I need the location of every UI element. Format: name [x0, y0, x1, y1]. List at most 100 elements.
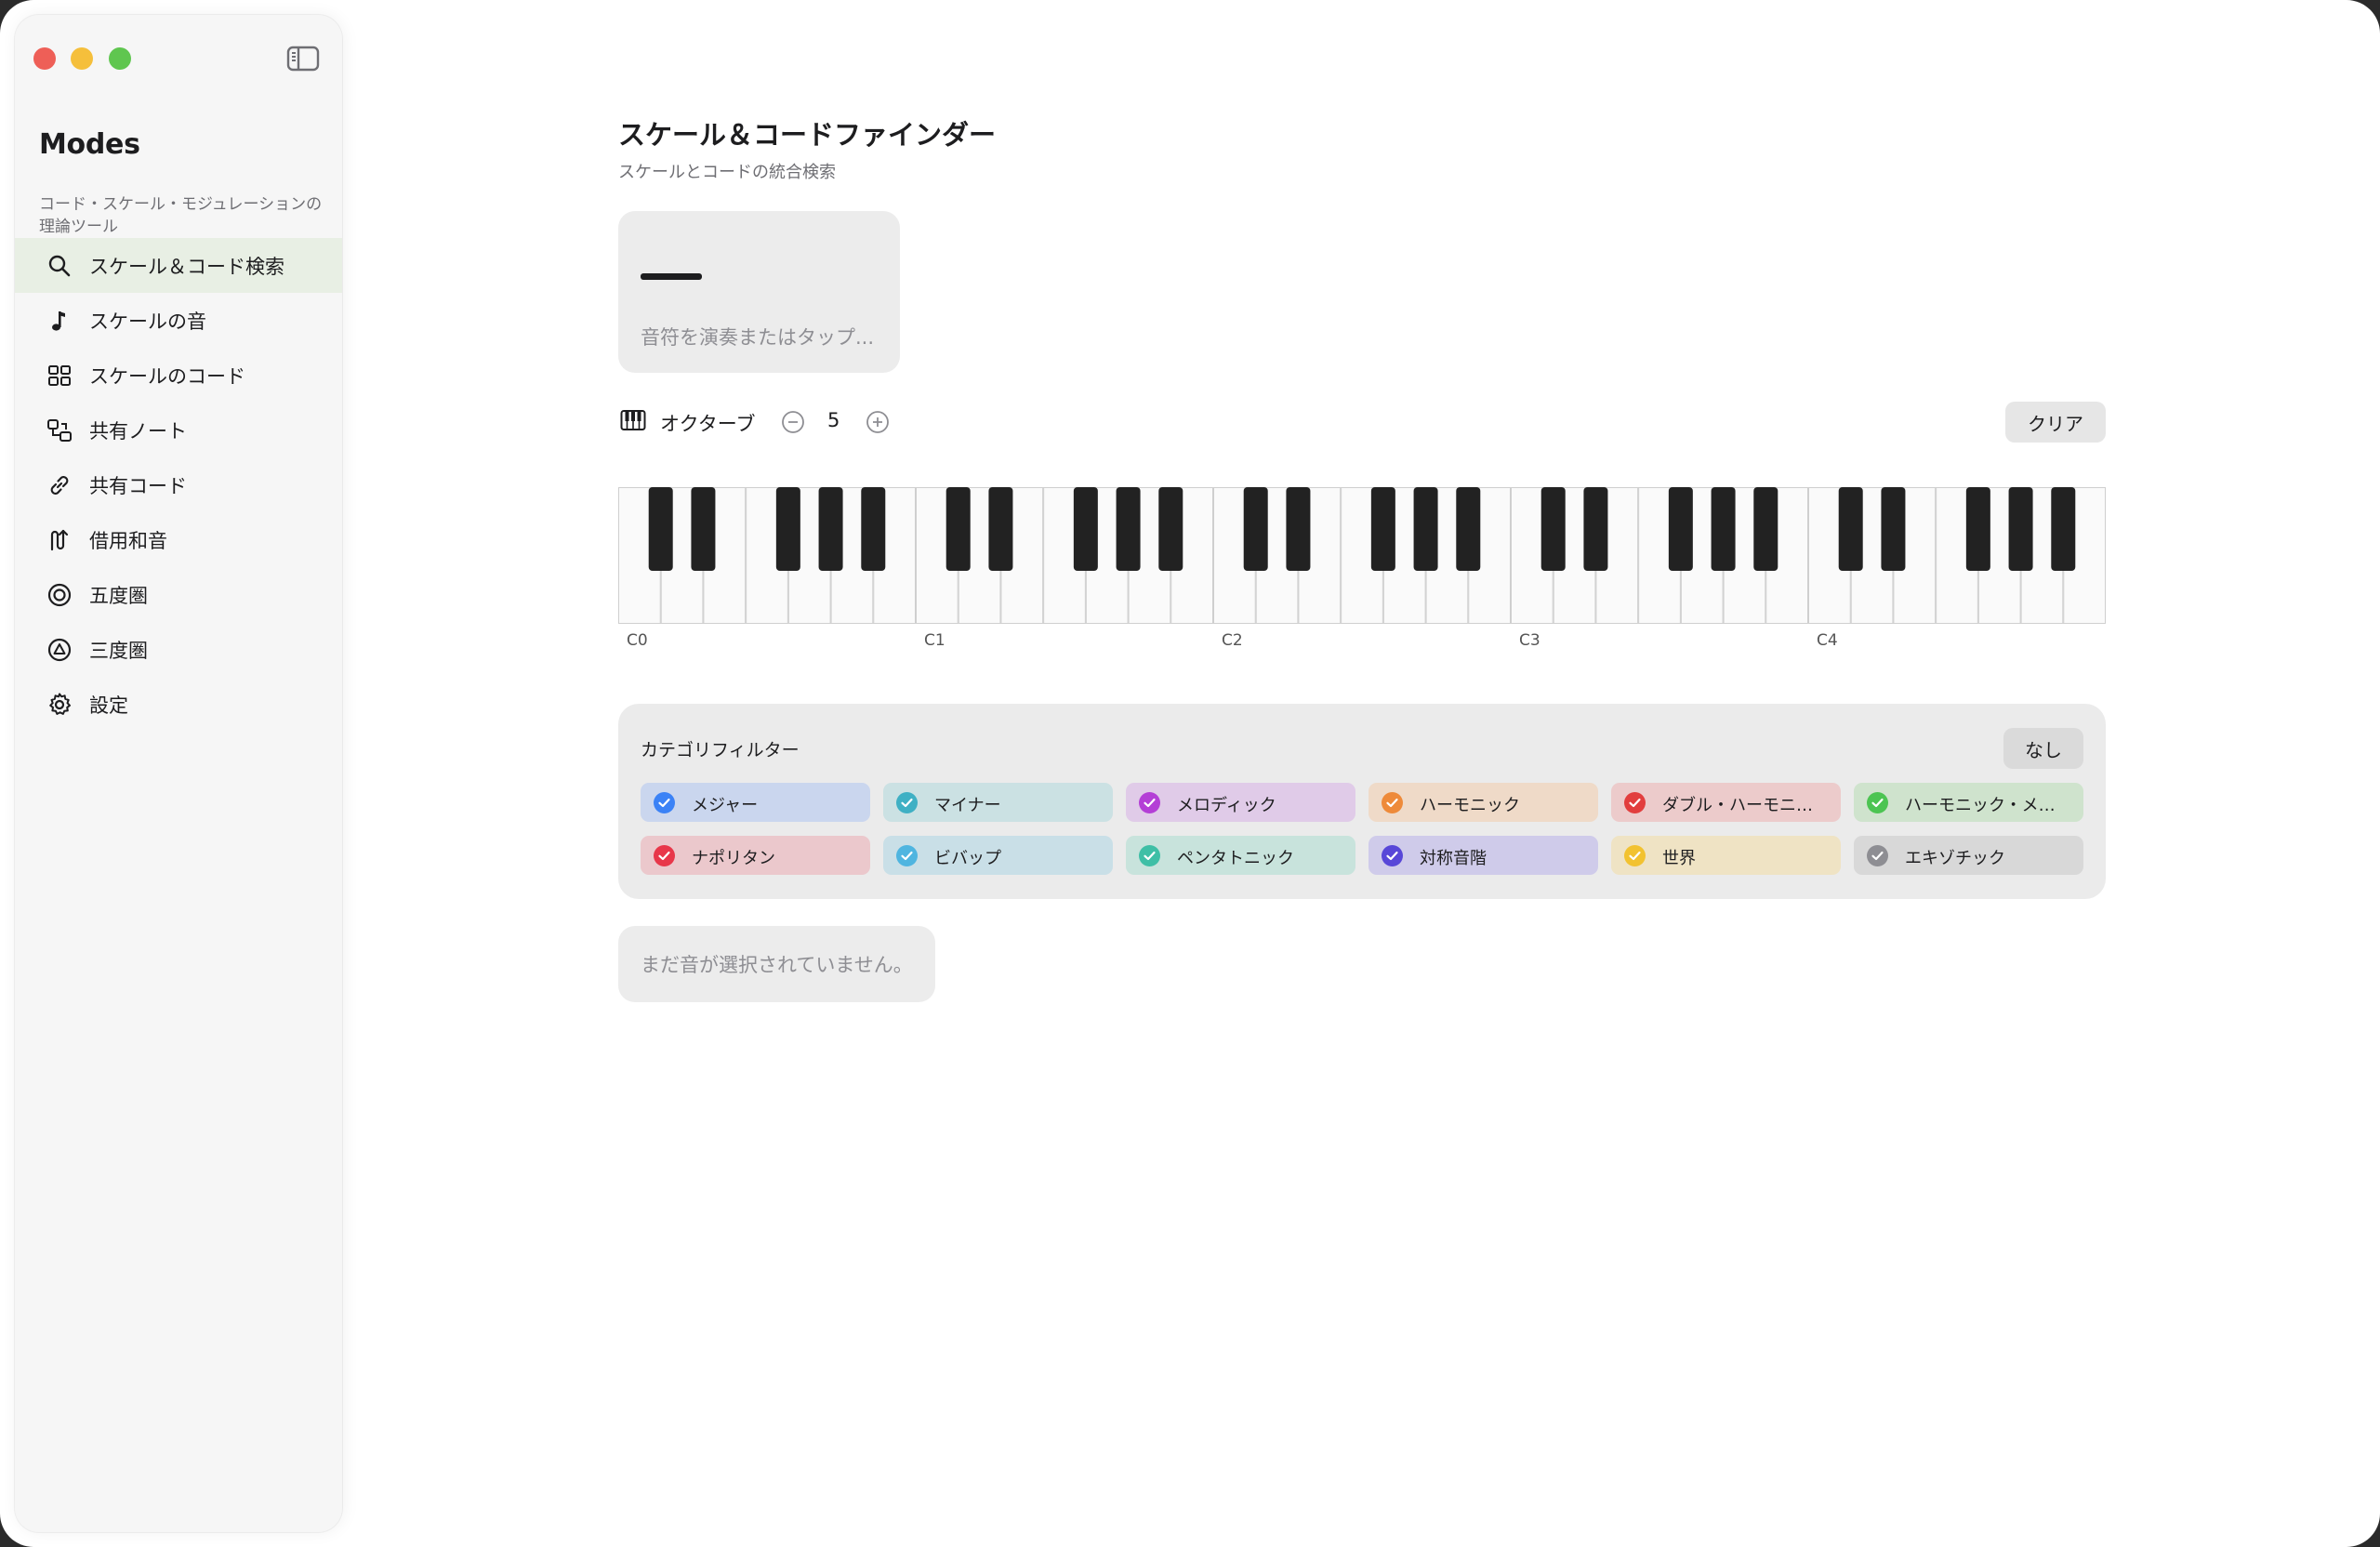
borrowed-chord-icon	[50, 529, 69, 551]
checkmark-icon	[896, 845, 918, 866]
black-key[interactable]	[1838, 487, 1863, 571]
checkmark-icon	[654, 792, 675, 813]
black-key[interactable]	[1668, 487, 1693, 571]
app-window: Modes コード・スケール・モジュレーションの理論ツール スケール＆コード検索…	[0, 0, 2380, 1547]
category-chip-label: メロディック	[1177, 796, 1276, 815]
black-key[interactable]	[988, 487, 1013, 571]
category-chip[interactable]: メジャー	[641, 783, 870, 822]
octave-decrement-button[interactable]	[781, 410, 805, 434]
category-chip[interactable]: ナポリタン	[641, 836, 870, 875]
sidebar-item-settings[interactable]: 設定	[15, 677, 342, 732]
black-key[interactable]	[818, 487, 843, 571]
piano-octave-label: C2	[1222, 631, 1243, 650]
app-name: Modes	[39, 128, 140, 161]
note-display[interactable]: 音符を演奏またはタップ...	[618, 211, 900, 373]
octave-control: オクターブ 5 クリア	[618, 400, 2106, 444]
sidebar-item-shared-chords[interactable]: 共有コード	[15, 457, 342, 512]
black-key[interactable]	[1881, 487, 1906, 571]
piano-keyboard[interactable]	[618, 487, 2106, 624]
category-chip-label: メジャー	[692, 796, 759, 815]
sidebar-item-label: 共有コード	[89, 474, 187, 497]
note-display-placeholder: 音符を演奏またはタップ...	[641, 326, 875, 349]
black-key[interactable]	[1243, 487, 1268, 571]
clear-button[interactable]: クリア	[2005, 402, 2106, 443]
black-key[interactable]	[945, 487, 971, 571]
black-key[interactable]	[1456, 487, 1481, 571]
checkmark-icon	[1382, 792, 1403, 813]
black-key[interactable]	[1583, 487, 1608, 571]
black-key[interactable]	[1540, 487, 1566, 571]
checkmark-icon	[1139, 845, 1160, 866]
black-key[interactable]	[691, 487, 716, 571]
category-chip[interactable]: ペンタトニック	[1126, 836, 1355, 875]
sidebar-nav: スケール＆コード検索 スケールの音 スケールのコード 共有ノート 共有コード 借…	[15, 238, 342, 732]
black-key[interactable]	[2051, 487, 2076, 571]
category-chip[interactable]: ダブル・ハーモニ…	[1611, 783, 1841, 822]
app-subtitle: コード・スケール・モジュレーションの理論ツール	[39, 195, 323, 236]
category-chip[interactable]: 世界	[1611, 836, 1841, 875]
category-chip-label: 対称音階	[1420, 849, 1487, 868]
category-chip[interactable]: メロディック	[1126, 783, 1355, 822]
black-key[interactable]	[1965, 487, 1990, 571]
link-icon	[50, 476, 69, 495]
minimize-window-button[interactable]	[71, 47, 93, 70]
black-key[interactable]	[1413, 487, 1438, 571]
sidebar-toggle-icon[interactable]	[286, 45, 320, 73]
sidebar-item-label: 借用和音	[89, 529, 167, 552]
category-chip[interactable]: エキゾチック	[1854, 836, 2083, 875]
category-chip[interactable]: マイナー	[883, 783, 1113, 822]
checkmark-icon	[1624, 845, 1646, 866]
checkmark-icon	[1867, 792, 1888, 813]
search-icon	[48, 255, 71, 277]
category-chip[interactable]: 対称音階	[1368, 836, 1598, 875]
sidebar-item-circle-of-thirds[interactable]: 三度圏	[15, 622, 342, 677]
octave-increment-button[interactable]	[866, 410, 890, 434]
piano-keyboard-icon	[620, 410, 646, 430]
black-key[interactable]	[1753, 487, 1778, 571]
black-key[interactable]	[1073, 487, 1098, 571]
black-key[interactable]	[1711, 487, 1736, 571]
black-key[interactable]	[1286, 487, 1311, 571]
category-filter-title: カテゴリフィルター	[641, 740, 800, 760]
music-note-icon	[52, 311, 65, 331]
black-key[interactable]	[1370, 487, 1395, 571]
black-key[interactable]	[1116, 487, 1141, 571]
circle-of-thirds-icon	[47, 638, 72, 662]
category-chip[interactable]: ハーモニック	[1368, 783, 1598, 822]
sidebar-item-shared-notes[interactable]: 共有ノート	[15, 403, 342, 457]
category-chip-label: ハーモニック・メ…	[1905, 796, 2056, 815]
sidebar-item-scale-chord-search[interactable]: スケール＆コード検索	[15, 238, 342, 293]
sidebar: Modes コード・スケール・モジュレーションの理論ツール スケール＆コード検索…	[15, 15, 342, 1532]
category-chip-label: 世界	[1662, 849, 1696, 868]
category-chip[interactable]: ハーモニック・メ…	[1854, 783, 2083, 822]
black-key[interactable]	[2008, 487, 2033, 571]
circle-of-fifths-icon	[47, 583, 72, 607]
sidebar-item-borrowed-chords[interactable]: 借用和音	[15, 512, 342, 567]
checkmark-icon	[1382, 845, 1403, 866]
sidebar-item-scale-chords[interactable]: スケールのコード	[15, 348, 342, 403]
checkmark-icon	[1624, 792, 1646, 813]
checkmark-icon	[1139, 792, 1160, 813]
sidebar-item-label: スケール＆コード検索	[89, 255, 284, 278]
sidebar-item-label: スケールの音	[89, 310, 206, 333]
black-key[interactable]	[775, 487, 800, 571]
note-placeholder-dash	[641, 273, 702, 280]
category-chip-label: ペンタトニック	[1177, 849, 1294, 868]
sidebar-item-circle-of-fifths[interactable]: 五度圏	[15, 567, 342, 622]
page-subtitle: スケールとコードの統合検索	[618, 163, 836, 182]
black-key[interactable]	[648, 487, 673, 571]
category-chip-label: ナポリタン	[692, 849, 775, 868]
black-key[interactable]	[861, 487, 886, 571]
close-window-button[interactable]	[33, 47, 56, 70]
zoom-window-button[interactable]	[109, 47, 131, 70]
sidebar-item-scale-notes[interactable]: スケールの音	[15, 293, 342, 348]
empty-state-message: まだ音が選択されていません。	[618, 926, 935, 1002]
filter-none-button[interactable]: なし	[2003, 728, 2083, 769]
category-chip-label: ビバップ	[934, 849, 1001, 868]
category-chip[interactable]: ビバップ	[883, 836, 1113, 875]
black-key[interactable]	[1158, 487, 1183, 571]
octave-value: 5	[827, 409, 840, 431]
category-chip-label: ダブル・ハーモニ…	[1662, 796, 1813, 815]
sidebar-item-label: 五度圏	[89, 584, 148, 607]
piano-octave-label: C3	[1519, 631, 1540, 650]
